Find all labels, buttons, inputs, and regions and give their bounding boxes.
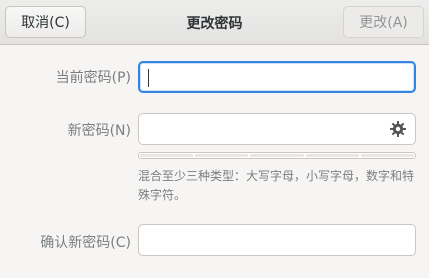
strength-segment xyxy=(250,154,304,157)
strength-segment xyxy=(195,154,249,157)
password-hint: 混合至少三种类型：大写字母，小写字母，数字和特殊字符。 xyxy=(138,169,415,202)
confirm-password-label: 确认新密码(C) xyxy=(40,235,131,251)
password-strength-bar xyxy=(138,152,416,159)
change-button[interactable]: 更改(A) xyxy=(343,6,424,38)
gear-icon[interactable] xyxy=(389,120,407,138)
cancel-button[interactable]: 取消(C) xyxy=(5,6,86,38)
current-password-label: 当前密码(P) xyxy=(55,70,131,86)
strength-segment xyxy=(305,154,359,157)
confirm-password-field[interactable] xyxy=(138,224,416,256)
strength-segment xyxy=(140,154,194,157)
header-bar: 取消(C) 更改密码 更改(A) xyxy=(0,0,429,45)
new-password-field[interactable] xyxy=(138,113,416,145)
strength-segment xyxy=(360,154,415,157)
current-password-field[interactable] xyxy=(138,61,416,93)
new-password-label: 新密码(N) xyxy=(67,123,131,139)
text-caret xyxy=(148,69,149,87)
